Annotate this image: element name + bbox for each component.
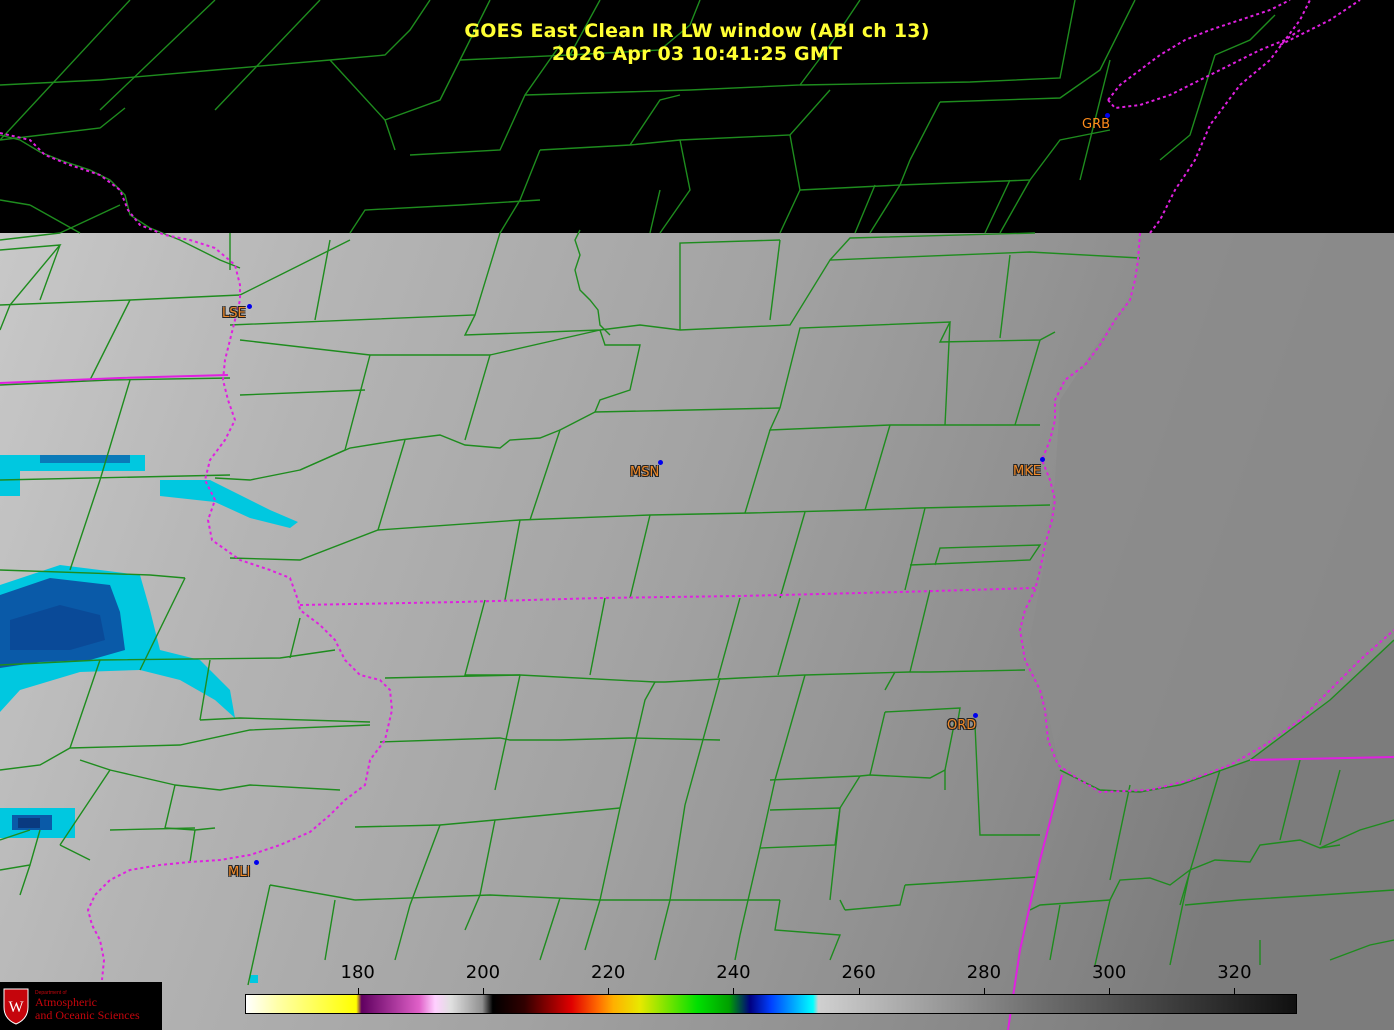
- logo-line2: and Oceanic Sciences: [35, 1008, 140, 1022]
- colorbar-tick-label: 180: [340, 962, 375, 983]
- uw-crest-icon: W: [3, 988, 29, 1025]
- colorbar-tick-label: 280: [966, 962, 1002, 983]
- station-dot-mli[interactable]: [254, 860, 259, 865]
- station-label-ord: ORD: [947, 718, 977, 733]
- station-label-mli: MLI: [228, 865, 251, 880]
- title-timestamp: 2026 Apr 03 10:41:25 GMT: [551, 43, 843, 65]
- station-dot-mke[interactable]: [1040, 457, 1045, 462]
- station-label-lse: LSE: [222, 306, 246, 321]
- station-dot-lse[interactable]: [247, 304, 252, 309]
- colorbar-tick-label: 260: [841, 962, 876, 983]
- station-label-mke: MKE: [1013, 464, 1041, 479]
- colorbar-tick-label: 200: [465, 962, 501, 983]
- colorbar-tick-label: 300: [1091, 962, 1127, 983]
- aos-logo[interactable]: W Department of Atmospheric and Oceanic …: [0, 982, 162, 1030]
- title-product: GOES East Clean IR LW window (ABI ch 13): [464, 20, 930, 42]
- colorbar-tick-label: 320: [1217, 962, 1252, 983]
- colorbar: [245, 994, 1297, 1014]
- svg-text:W: W: [8, 999, 24, 1016]
- map-title: GOES East Clean IR LW window (ABI ch 13)…: [0, 20, 1394, 66]
- colorbar-tick-label: 240: [716, 962, 751, 983]
- station-label-grb: GRB: [1082, 117, 1111, 132]
- satellite-map[interactable]: [0, 0, 1394, 1030]
- colorbar-tick-label: 220: [591, 962, 626, 983]
- station-label-msn: MSN: [630, 465, 660, 480]
